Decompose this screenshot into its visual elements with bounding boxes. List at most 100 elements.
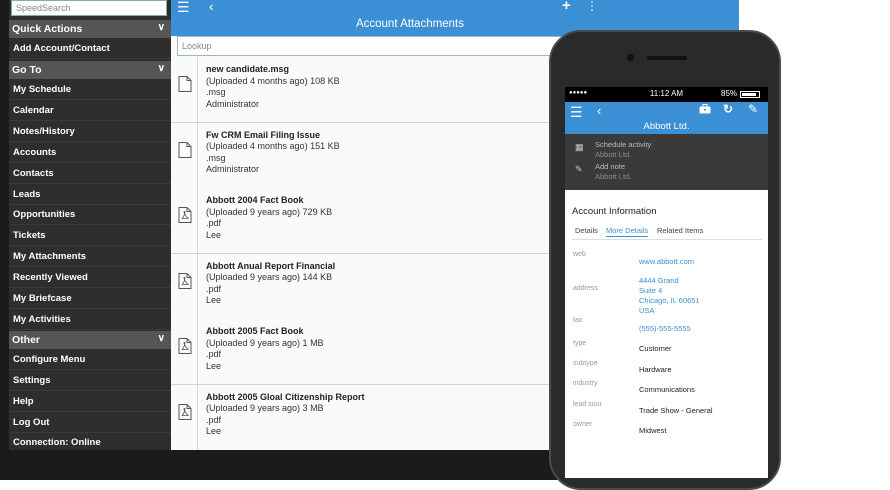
attachment-name: new candidate.msg [206, 64, 290, 74]
attachment-details: Fw CRM Email Filing Issue (Uploaded 4 mon… [206, 130, 340, 176]
nav-item-tickets[interactable]: Tickets [9, 226, 171, 246]
attachment-user: Lee [206, 426, 222, 436]
speedsearch-input[interactable]: SpeedSearch [11, 0, 167, 16]
battery-fill [742, 93, 756, 96]
field-value-type: Customer [639, 344, 672, 353]
row-divider [197, 122, 198, 188]
attachment-extension: .pdf [206, 414, 222, 425]
attachment-upload-info: (Uploaded 9 years ago) 729 KB [206, 206, 333, 217]
hamburger-menu-icon[interactable]: ☰ [177, 0, 190, 16]
attachment-user: Lee [206, 229, 222, 240]
chevron-down-icon: ∨ [157, 333, 165, 344]
tab-more-details[interactable]: More Details [606, 226, 649, 237]
refresh-icon[interactable]: ↻ [723, 102, 733, 116]
briefcase-icon[interactable] [699, 104, 711, 114]
field-value-lead-source: Trade Show - General [639, 406, 713, 415]
nav-item-opportunities[interactable]: Opportunities [9, 205, 171, 225]
field-value-owner: Midwest [639, 426, 667, 435]
nav-item-my-attachments[interactable]: My Attachments [9, 247, 171, 267]
phone-speaker [647, 56, 687, 60]
back-arrow-icon[interactable]: ‹ [597, 103, 601, 118]
phone-screen: ●●●●● 11:12 AM 85% ☰ ‹ ↻ ✎ Abbott Ltd. ▦… [565, 87, 768, 478]
section-title: Account Information [572, 206, 657, 217]
nav-item-leads[interactable]: Leads [9, 185, 171, 205]
nav-item-configure-menu[interactable]: Configure Menu [9, 350, 171, 370]
add-icon[interactable]: + [562, 0, 571, 14]
field-value-address-line4[interactable]: USA [639, 306, 654, 316]
nav-item-calendar[interactable]: Calendar [9, 101, 171, 121]
pdf-document-icon [178, 272, 192, 289]
attachment-name: Abbott 2004 Fact Book [206, 195, 304, 205]
attachment-name: Abbott 2005 Fact Book [206, 326, 304, 336]
nav-item-help[interactable]: Help [9, 392, 171, 412]
attachment-name: Fw CRM Email Filing Issue [206, 129, 321, 140]
connection-status: Connection: Online [9, 433, 171, 450]
calendar-icon: ▦ [575, 142, 584, 152]
field-value-fax[interactable]: (555)-555-5555 [639, 324, 691, 334]
field-value-address-line1[interactable]: 4444 Grand [639, 276, 679, 286]
schedule-activity-action[interactable]: ▦ Schedule activity Abbott Ltd. [575, 140, 755, 160]
attachment-user: Lee [206, 295, 222, 305]
attachment-upload-info: (Uploaded 9 years ago) 144 KB [206, 272, 333, 282]
edit-pencil-icon[interactable]: ✎ [748, 102, 758, 116]
quick-actions-header[interactable]: Quick Actions ∨ [9, 20, 171, 38]
document-icon [178, 76, 192, 92]
status-time: 11:12 AM [649, 89, 684, 98]
attachment-details: new candidate.msg (Uploaded 4 months ago)… [206, 64, 340, 110]
detail-tabs: Details More Details Related Items [565, 224, 768, 238]
row-divider [197, 319, 198, 384]
attachment-name: Abbott Anual Report Financial [206, 260, 336, 271]
action-label: Schedule activity [595, 140, 652, 149]
nav-item-add-account-contact[interactable]: Add Account/Contact [9, 39, 171, 59]
attachment-name: Abbott 2005 Gloal Citizenship Report [206, 391, 365, 402]
tab-related-items[interactable]: Related Items [657, 226, 703, 235]
add-note-action[interactable]: ✎ Add note Abbott Ltd. [575, 162, 755, 182]
attachment-upload-info: (Uploaded 9 years ago) 1 MB [206, 337, 324, 348]
more-vertical-icon[interactable]: ⋮ [586, 0, 598, 13]
nav-item-recently-viewed[interactable]: Recently Viewed [9, 268, 171, 288]
nav-item-contacts[interactable]: Contacts [9, 164, 171, 184]
field-label-web: web [573, 251, 586, 258]
other-header[interactable]: Other ∨ [9, 331, 171, 349]
document-icon [178, 141, 192, 158]
go-to-label: Go To [12, 64, 42, 76]
navigation-sidebar: SpeedSearch Quick Actions ∨ Add Account/… [9, 0, 171, 450]
phone-device: ●●●●● 11:12 AM 85% ☰ ‹ ↻ ✎ Abbott Ltd. ▦… [549, 30, 781, 490]
nav-item-my-briefcase[interactable]: My Briefcase [9, 289, 171, 309]
edit-note-icon: ✎ [575, 164, 583, 174]
nav-item-my-activities[interactable]: My Activities [9, 310, 171, 330]
chevron-down-icon: ∨ [157, 22, 165, 33]
attachment-extension: .pdf [206, 218, 222, 228]
quick-actions-label: Quick Actions [12, 23, 83, 35]
nav-item-log-out[interactable]: Log Out [9, 413, 171, 433]
attachment-upload-info: (Uploaded 4 months ago) 151 KB [206, 141, 340, 151]
attachment-extension: .pdf [206, 283, 222, 294]
field-label-owner: owner [573, 421, 593, 428]
tab-details[interactable]: Details [575, 226, 598, 235]
field-label-industry: industry [573, 380, 598, 387]
attachment-extension: .msg [206, 87, 226, 97]
quick-action-bar: ▦ Schedule activity Abbott Ltd. ✎ Add no… [565, 134, 768, 190]
field-value-web[interactable]: www.abbott.com [639, 257, 694, 267]
go-to-header[interactable]: Go To ∨ [9, 61, 171, 79]
nav-item-accounts[interactable]: Accounts [9, 143, 171, 163]
hamburger-menu-icon[interactable]: ☰ [570, 104, 583, 121]
back-arrow-icon[interactable]: ‹ [209, 0, 214, 14]
row-divider [197, 253, 198, 319]
field-label-lead-source: lead sour [573, 401, 602, 408]
page-title: Abbott Ltd. [643, 121, 690, 132]
nav-item-my-schedule[interactable]: My Schedule [9, 80, 171, 100]
status-bar: ●●●●● 11:12 AM 85% [565, 87, 768, 102]
nav-item-settings[interactable]: Settings [9, 371, 171, 391]
field-value-address-line2[interactable]: Suite 4 [639, 286, 662, 296]
field-label-type: type [573, 340, 587, 347]
page-title: Account Attachments [355, 18, 465, 30]
field-value-address-line3[interactable]: Chicago, IL 60651 [639, 296, 700, 306]
attachment-upload-info: (Uploaded 9 years ago) 3 MB [206, 403, 324, 413]
field-value-industry: Communications [639, 385, 695, 394]
field-label-address: address [573, 285, 598, 292]
field-label-fax: fax [573, 317, 583, 324]
nav-item-notes-history[interactable]: Notes/History [9, 122, 171, 142]
attachment-user: Lee [206, 360, 222, 371]
field-label-subtype: subtype [573, 360, 598, 367]
